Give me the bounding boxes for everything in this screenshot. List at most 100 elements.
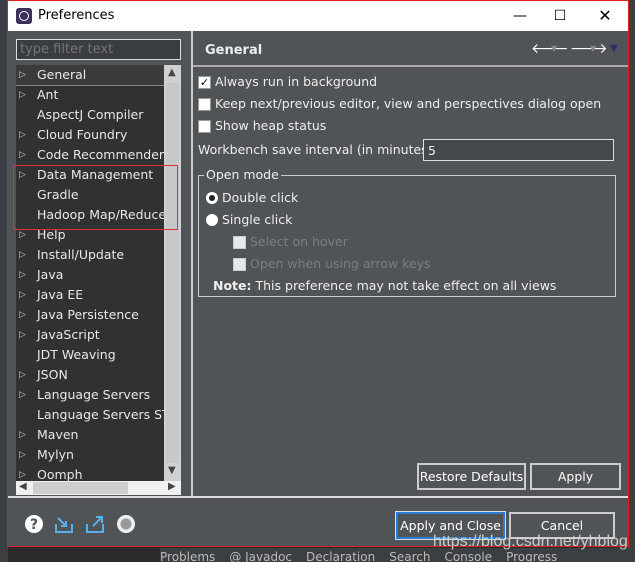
tree-item[interactable]: ▷ Ant — [16, 85, 164, 105]
tree-item[interactable]: ▷ JavaScript — [16, 325, 164, 345]
window-title: Preferences — [38, 8, 115, 23]
scroll-down-icon[interactable]: ▼ — [168, 465, 176, 476]
tree-item[interactable]: ▷ Java — [16, 265, 164, 285]
tree-item[interactable]: ▷ Oomph — [16, 465, 164, 481]
note-label: Note: — [213, 278, 252, 293]
tab-problems: Problems — [160, 550, 216, 562]
radio[interactable] — [206, 214, 218, 226]
expand-arrow-icon[interactable]: ▷ — [19, 285, 26, 305]
open-mode-note: Note: This preference may not take effec… — [213, 278, 556, 293]
expand-arrow-icon[interactable]: ▷ — [19, 325, 26, 345]
forward-arrow-icon[interactable]: 🡒 — [570, 40, 608, 57]
annotation-highlight — [13, 165, 178, 230]
tree-item[interactable]: JDT Weaving — [16, 345, 164, 365]
expand-arrow-icon[interactable]: ▷ — [19, 385, 26, 405]
close-button[interactable]: ✕ — [593, 5, 617, 27]
tree-item[interactable]: ▷ Mylyn — [16, 445, 164, 465]
tree-item[interactable]: ▷ JSON — [16, 365, 164, 385]
checkbox[interactable] — [198, 98, 211, 111]
tree-item-label: AspectJ Compiler — [37, 107, 144, 122]
tree-item-label: JDT Weaving — [37, 347, 116, 362]
expand-arrow-icon[interactable]: ▷ — [19, 365, 26, 385]
scroll-left-icon[interactable]: ◀ — [19, 481, 27, 492]
tree-item[interactable]: AspectJ Compiler — [16, 105, 164, 125]
scroll-right-icon[interactable]: ▶ — [168, 481, 176, 492]
tree-item-label: Mylyn — [37, 447, 74, 462]
page-header: General 🡐 ▼ 🡒 ▼ ▼ — [193, 31, 628, 67]
record-icon[interactable] — [116, 514, 136, 534]
tree-horizontal-scrollbar[interactable]: ◀ ▶ — [16, 481, 181, 495]
tree-item-label: Maven — [37, 427, 79, 442]
import-icon[interactable] — [54, 514, 74, 534]
tab-search: Search — [389, 550, 431, 562]
tree-item[interactable]: ▷ Java Persistence — [16, 305, 164, 325]
tab-console: Console — [444, 550, 493, 562]
expand-arrow-icon[interactable]: ▷ — [19, 65, 26, 85]
separator — [8, 496, 628, 498]
tree-item[interactable]: ▷ Install/Update — [16, 245, 164, 265]
preference-tree: ▷ General ▷ Ant AspectJ Compiler ▷ Cloud Found… — [16, 65, 164, 481]
tree-item[interactable]: ▷ Language Servers — [16, 385, 164, 405]
scrollbar-thumb[interactable] — [33, 482, 128, 494]
open-mode-label: Open mode — [204, 167, 281, 182]
export-icon[interactable] — [85, 514, 105, 534]
expand-arrow-icon[interactable]: ▷ — [19, 305, 26, 325]
checkbox[interactable] — [233, 236, 246, 249]
expand-arrow-icon[interactable]: ▷ — [19, 465, 26, 481]
tab-declaration: Declaration — [306, 550, 376, 562]
tree-item-label: Ant — [37, 87, 59, 102]
tree-item[interactable]: ▷ Maven — [16, 425, 164, 445]
sash-divider[interactable] — [191, 31, 193, 497]
expand-arrow-icon[interactable]: ▷ — [19, 245, 26, 265]
restore-defaults-button[interactable]: Restore Defaults — [417, 463, 526, 490]
expand-arrow-icon[interactable]: ▷ — [19, 85, 26, 105]
background-ide — [628, 0, 635, 562]
tree-item-label: Oomph — [37, 467, 83, 481]
help-icon[interactable]: ? — [24, 514, 44, 534]
tree-item-label: Java Persistence — [37, 307, 139, 322]
tree-item[interactable]: ▷ Cloud Foundry — [16, 125, 164, 145]
svg-text:?: ? — [30, 517, 38, 533]
checkbox-checked[interactable]: ✓ — [198, 76, 211, 89]
view-menu-icon[interactable]: ▼ — [610, 43, 618, 54]
tab-javadoc: @ Javadoc — [229, 550, 293, 562]
page-title: General — [205, 43, 263, 58]
radio-selected[interactable] — [206, 192, 218, 204]
maximize-button[interactable]: ☐ — [548, 5, 572, 27]
tree-vertical-scrollbar[interactable]: ▲ ▼ — [164, 65, 181, 481]
tree-item-label: JSON — [37, 367, 68, 382]
filter-input[interactable] — [16, 39, 181, 60]
note-text: This preference may not take effect on a… — [251, 278, 557, 293]
scroll-up-icon[interactable]: ▲ — [168, 67, 176, 78]
tree-item-label: Code Recommenders — [37, 147, 164, 162]
minimize-button[interactable]: — — [508, 5, 532, 27]
tree-item-label: JavaScript — [37, 327, 100, 342]
tree-item-label: Java EE — [37, 287, 84, 302]
tree-item-label: Cloud Foundry — [37, 127, 128, 142]
apply-button[interactable]: Apply — [530, 463, 621, 490]
forward-menu-icon[interactable]: ▼ — [590, 44, 596, 53]
tree-item-label: General — [37, 67, 87, 82]
tab-progress: Progress — [506, 550, 558, 562]
scrollbar-thumb[interactable] — [166, 83, 179, 463]
expand-arrow-icon[interactable]: ▷ — [19, 445, 26, 465]
save-interval-input[interactable] — [423, 139, 614, 161]
title-bar: Preferences — ☐ ✕ — [8, 1, 628, 31]
back-arrow-icon[interactable]: 🡐 — [531, 40, 569, 57]
tree-item-label: Language Servers — [37, 387, 151, 402]
tree-item-label: Install/Update — [37, 247, 125, 262]
tree-item[interactable]: ▷ Code Recommenders — [16, 145, 164, 165]
checkbox[interactable] — [233, 258, 246, 271]
checkbox[interactable] — [198, 120, 211, 133]
tree-item[interactable]: Language Servers STS — [16, 405, 164, 425]
expand-arrow-icon[interactable]: ▷ — [19, 125, 26, 145]
tree-item-label: Java — [37, 267, 64, 282]
expand-arrow-icon[interactable]: ▷ — [19, 425, 26, 445]
tree-item[interactable]: ▷ Java EE — [16, 285, 164, 305]
expand-arrow-icon[interactable]: ▷ — [19, 145, 26, 165]
save-interval-label: Workbench save interval (in minutes): — [198, 142, 437, 157]
tree-item[interactable]: ▷ General — [16, 65, 164, 86]
back-menu-icon[interactable]: ▼ — [551, 44, 557, 53]
expand-arrow-icon[interactable]: ▷ — [19, 265, 26, 285]
tree-item-label: Language Servers STS — [37, 407, 164, 422]
